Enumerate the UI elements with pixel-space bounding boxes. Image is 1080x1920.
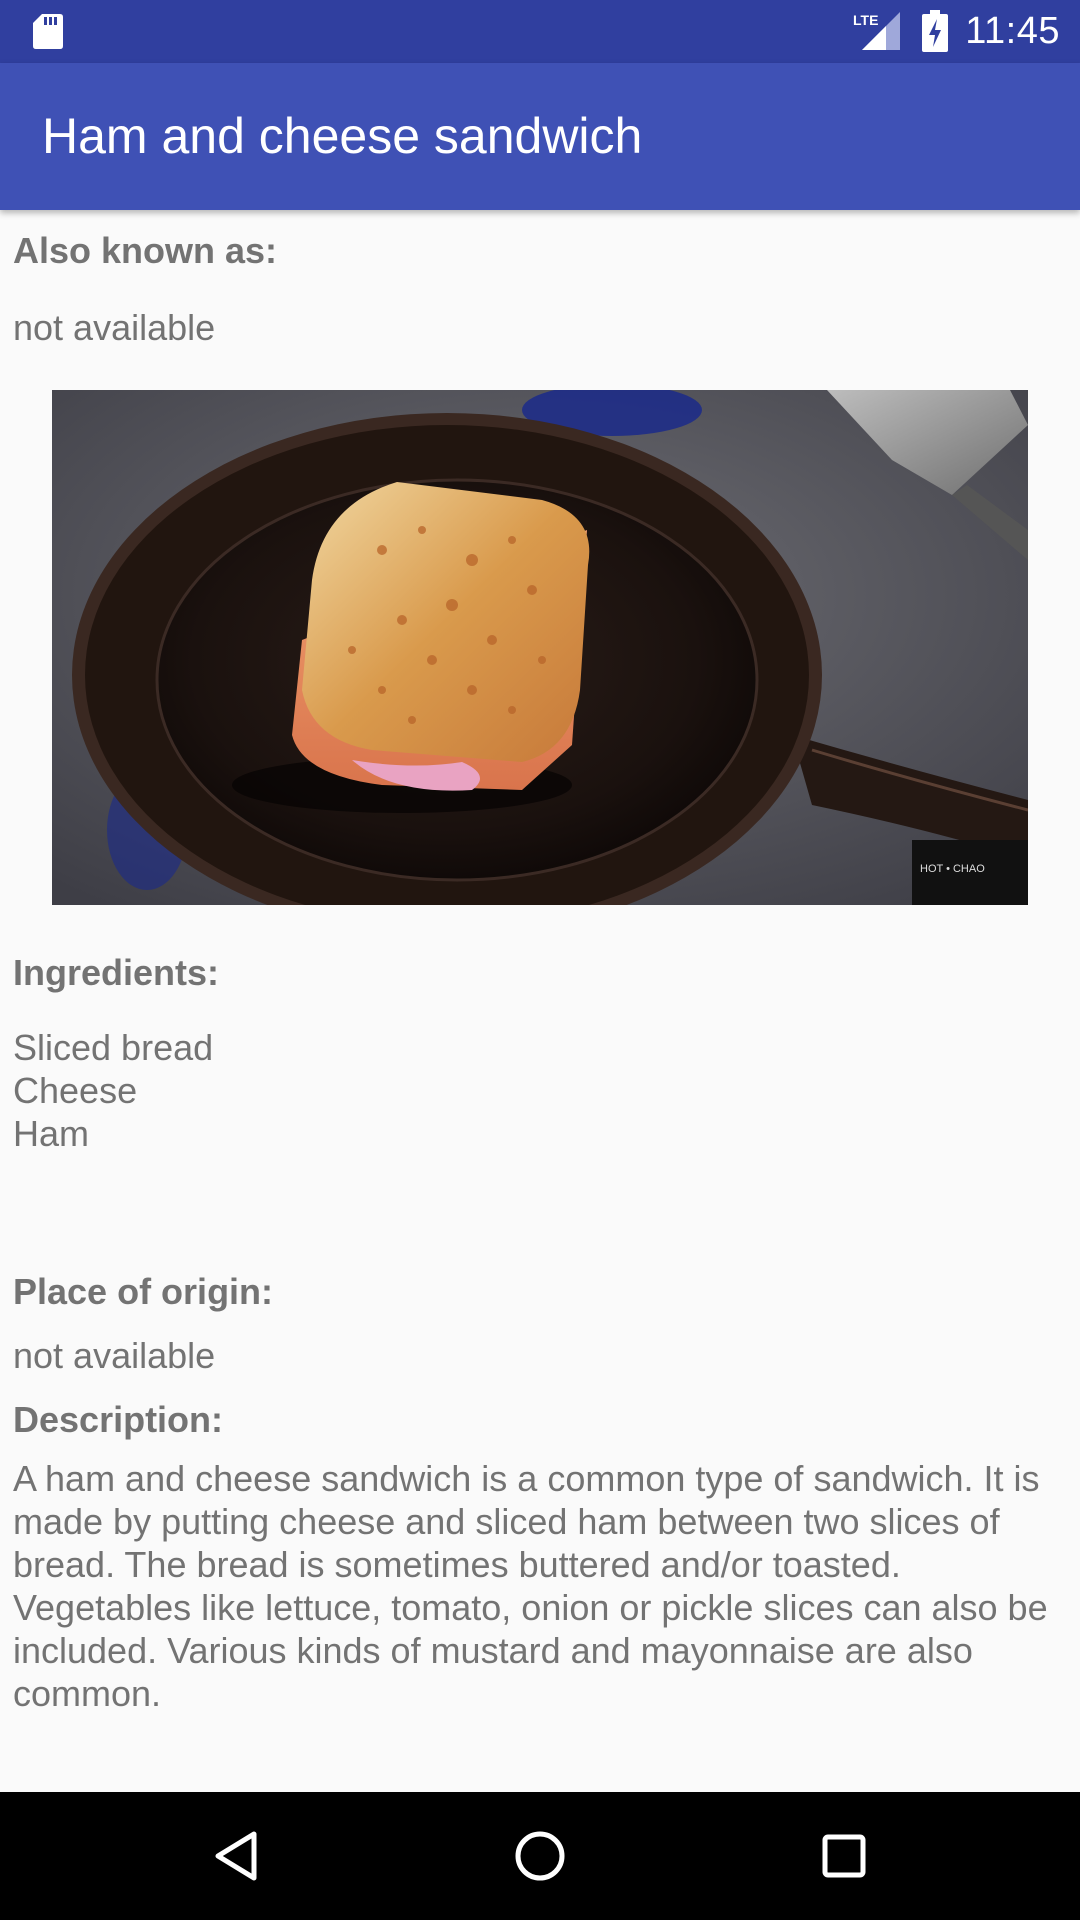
origin-label: Place of origin: xyxy=(13,1271,274,1312)
list-item: Cheese xyxy=(13,1070,138,1111)
ingredients-label: Ingredients: xyxy=(13,952,220,993)
lte-label: LTE xyxy=(853,12,878,28)
status-time: 11:45 xyxy=(965,10,1060,52)
battery-charging-icon xyxy=(922,10,948,52)
lte-signal-icon: LTE xyxy=(853,12,900,50)
sandwich-photo: HOT • CHAO xyxy=(52,390,1028,905)
recents-icon[interactable] xyxy=(804,1816,884,1896)
content-scroll-area[interactable]: Also known as: not available HOT • CHAO … xyxy=(0,210,1080,1792)
navigation-bar xyxy=(0,1792,1080,1920)
ingredients-list: Sliced bread Cheese Ham xyxy=(13,1026,213,1155)
origin-value: not available xyxy=(13,1335,216,1376)
app-bar: Ham and cheese sandwich xyxy=(0,63,1080,210)
screen: LTE 11:45 Ham and cheese sandwich Also k… xyxy=(0,0,1080,1920)
description-text: A ham and cheese sandwich is a common ty… xyxy=(13,1458,1048,1714)
list-item: Sliced bread xyxy=(13,1027,214,1068)
aka-label: Also known as: xyxy=(13,230,278,271)
list-item: Ham xyxy=(13,1113,90,1154)
sd-card-icon xyxy=(33,14,63,49)
back-icon[interactable] xyxy=(196,1816,276,1896)
sandwich-photo-graphic: HOT • CHAO xyxy=(52,390,1028,905)
stove-knob-label: HOT • CHAO xyxy=(920,863,985,875)
aka-value: not available xyxy=(13,307,216,348)
page-title: Ham and cheese sandwich xyxy=(42,108,643,164)
home-icon[interactable] xyxy=(500,1816,580,1896)
status-bar: LTE 11:45 xyxy=(0,0,1080,63)
description-label: Description: xyxy=(13,1399,224,1440)
